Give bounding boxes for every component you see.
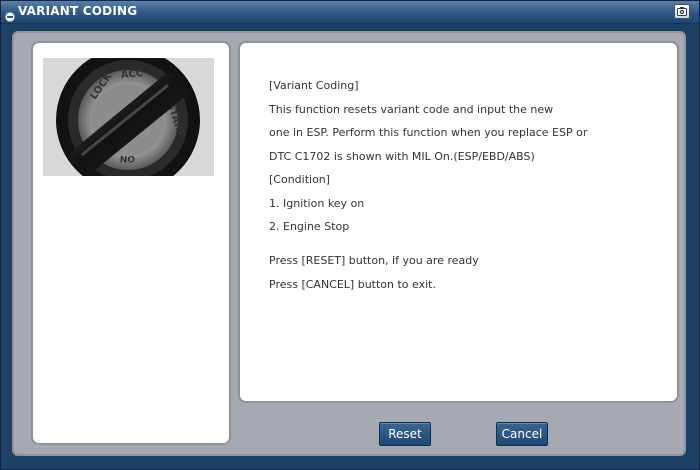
message-line: 1. Ignition key on	[269, 196, 365, 210]
message-text: [Variant Coding] This function resets va…	[269, 79, 669, 301]
title-bar: VARIANT CODING	[1, 1, 699, 24]
window-title: VARIANT CODING	[18, 4, 138, 18]
message-panel: [Variant Coding] This function resets va…	[238, 41, 679, 403]
ignition-key-icon: LOCK ACC START ON	[43, 58, 214, 176]
message-line: 2. Engine Stop	[269, 220, 350, 233]
variant-coding-window: VARIANT CODING LOCK ACC START ON [Varian…	[0, 0, 700, 470]
message-line: Press [RESET] button, if you are ready	[269, 254, 479, 267]
reset-button[interactable]: Reset	[379, 422, 431, 446]
image-panel: LOCK ACC START ON	[31, 41, 231, 445]
svg-text:ACC: ACC	[120, 68, 143, 81]
message-line: Press [CANCEL] button to exit.	[269, 277, 436, 291]
content-area: LOCK ACC START ON [Variant Coding] This …	[12, 31, 686, 456]
message-line: [Variant Coding]	[269, 79, 359, 92]
message-line: one in ESP. Perform this function when y…	[269, 126, 588, 139]
message-line: DTC C1702 is shown with MIL On.(ESP/EBD/…	[269, 149, 535, 163]
svg-text:ON: ON	[120, 153, 135, 163]
cancel-button[interactable]: Cancel	[496, 422, 548, 446]
camera-icon	[677, 7, 687, 16]
message-line: This function resets variant code and in…	[269, 102, 554, 116]
dialog-icon	[5, 7, 15, 22]
message-line: [Condition]	[269, 173, 331, 186]
screen-capture-button[interactable]	[674, 4, 690, 19]
